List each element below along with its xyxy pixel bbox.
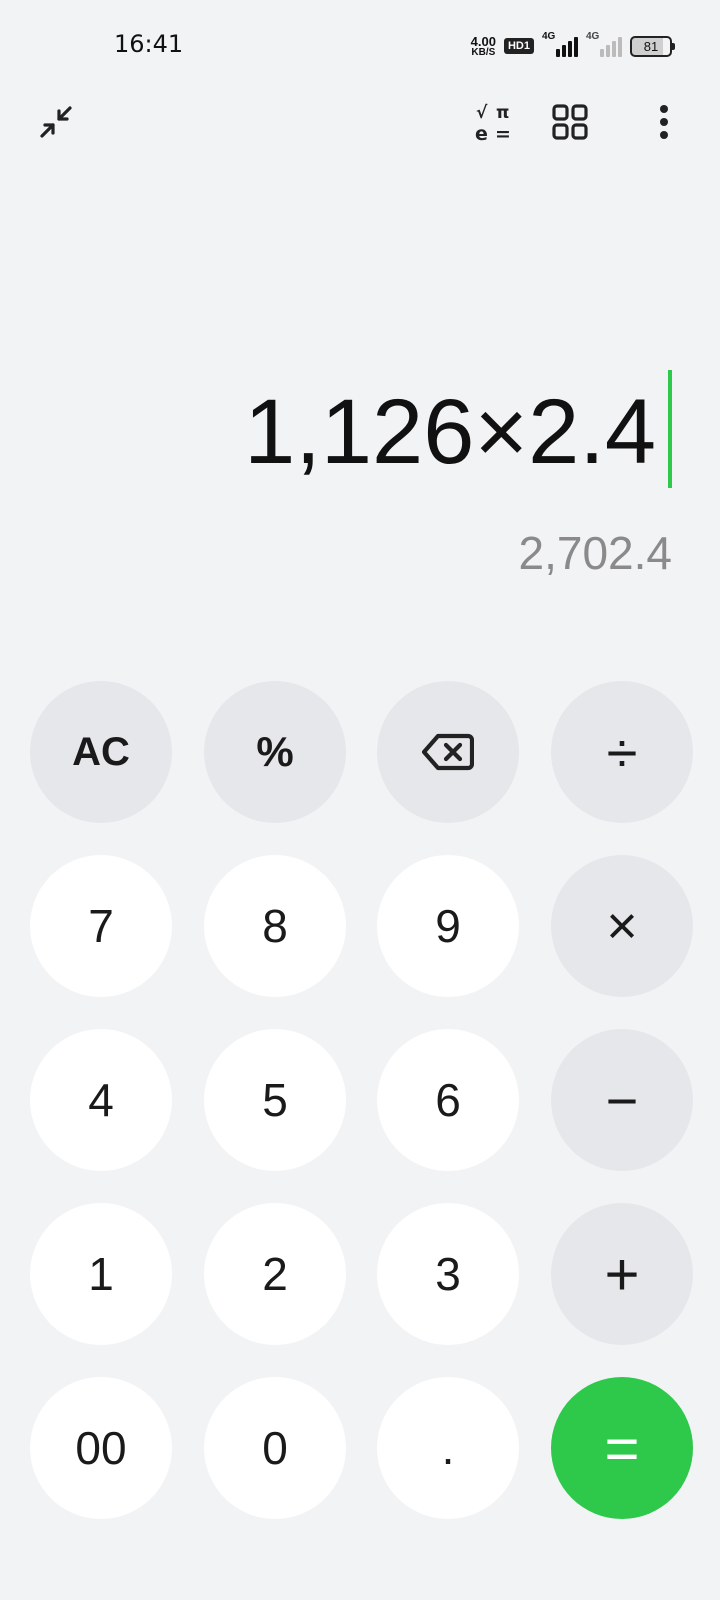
digit-6-label: 6 bbox=[435, 1074, 461, 1126]
text-cursor bbox=[668, 370, 672, 488]
digit-2-label: 2 bbox=[262, 1248, 288, 1300]
digit-4-label: 4 bbox=[88, 1074, 114, 1126]
multiply-button[interactable]: × bbox=[551, 855, 693, 997]
clear-button[interactable]: AC bbox=[30, 681, 172, 823]
clear-label: AC bbox=[72, 729, 130, 774]
decimal-button[interactable]: . bbox=[377, 1377, 519, 1519]
divide-label: ÷ bbox=[606, 720, 638, 784]
digit-8-label: 8 bbox=[262, 900, 288, 952]
digit-8-button[interactable]: 8 bbox=[204, 855, 346, 997]
minus-label: − bbox=[605, 1068, 639, 1132]
digit-4-button[interactable]: 4 bbox=[30, 1029, 172, 1171]
sim2-network-label: 4G bbox=[586, 31, 600, 42]
sim1-network-label: 4G bbox=[542, 31, 556, 42]
plus-label: + bbox=[604, 1240, 640, 1308]
digit-1-button[interactable]: 1 bbox=[30, 1203, 172, 1345]
scientific-functions-icon: √ π e = bbox=[475, 103, 511, 145]
double-zero-label: 00 bbox=[75, 1422, 127, 1474]
digit-0-button[interactable]: 0 bbox=[204, 1377, 346, 1519]
battery-icon: 81 bbox=[630, 35, 675, 57]
digit-7-label: 7 bbox=[88, 900, 114, 952]
digit-3-label: 3 bbox=[435, 1248, 461, 1300]
grid-icon bbox=[552, 104, 588, 140]
collapse-arrows-icon bbox=[40, 106, 72, 138]
digit-5-label: 5 bbox=[262, 1074, 288, 1126]
result-preview: 2,702.4 bbox=[518, 527, 672, 579]
network-speed: 4.00 KB/S bbox=[471, 35, 496, 58]
divide-button[interactable]: ÷ bbox=[551, 681, 693, 823]
digit-2-button[interactable]: 2 bbox=[204, 1203, 346, 1345]
percent-label: % bbox=[256, 728, 294, 775]
signal-sim2-icon: 4G bbox=[586, 31, 622, 59]
digit-6-button[interactable]: 6 bbox=[377, 1029, 519, 1171]
status-time: 16:41 bbox=[114, 30, 184, 58]
equals-label: = bbox=[604, 1414, 640, 1482]
more-vertical-icon bbox=[660, 105, 668, 139]
decimal-label: . bbox=[441, 1422, 455, 1474]
digit-0-label: 0 bbox=[262, 1422, 288, 1474]
multiply-label: × bbox=[606, 896, 638, 956]
battery-level: 81 bbox=[643, 38, 659, 54]
minus-button[interactable]: − bbox=[551, 1029, 693, 1171]
signal-sim1-icon: 4G bbox=[542, 31, 578, 59]
sqrt-symbol: √ bbox=[476, 103, 488, 123]
digit-7-button[interactable]: 7 bbox=[30, 855, 172, 997]
digit-9-button[interactable]: 9 bbox=[377, 855, 519, 997]
hd-voice-icon: HD1 bbox=[503, 38, 534, 54]
status-icons: 4.00 KB/S HD1 4G 4G 81 bbox=[471, 30, 675, 62]
backspace-icon bbox=[422, 733, 474, 771]
collapse-button[interactable] bbox=[32, 98, 80, 146]
converter-button[interactable] bbox=[546, 98, 594, 146]
scientific-mode-button[interactable]: √ π e = bbox=[464, 98, 528, 146]
plus-button[interactable]: + bbox=[551, 1203, 693, 1345]
digit-9-label: 9 bbox=[435, 900, 461, 952]
network-speed-unit: KB/S bbox=[471, 46, 496, 58]
expression-display[interactable]: 1,126×2.4 bbox=[244, 372, 656, 492]
equals-button[interactable]: = bbox=[551, 1377, 693, 1519]
e-symbol: e bbox=[475, 123, 488, 145]
digit-1-label: 1 bbox=[88, 1248, 114, 1300]
digit-3-button[interactable]: 3 bbox=[377, 1203, 519, 1345]
equals-symbol: = bbox=[495, 123, 511, 145]
backspace-button[interactable] bbox=[377, 681, 519, 823]
double-zero-button[interactable]: 00 bbox=[30, 1377, 172, 1519]
pi-symbol: π bbox=[496, 103, 509, 123]
more-options-button[interactable] bbox=[640, 98, 688, 146]
percent-button[interactable]: % bbox=[204, 681, 346, 823]
network-speed-value: 4.00 bbox=[470, 33, 496, 49]
digit-5-button[interactable]: 5 bbox=[204, 1029, 346, 1171]
